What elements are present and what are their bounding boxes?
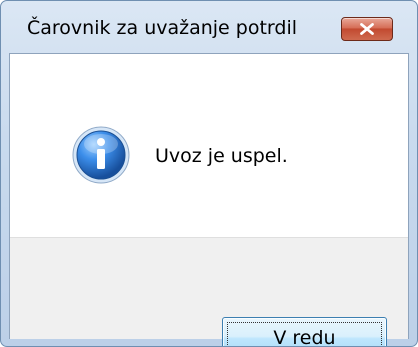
message-text: Uvoz je uspel. — [155, 145, 288, 167]
dialog-content: Uvoz je uspel. V redu — [9, 53, 409, 346]
info-icon — [72, 126, 130, 184]
message-area: Uvoz je uspel. — [10, 54, 408, 237]
ok-button[interactable]: V redu — [222, 317, 387, 347]
button-area: V redu — [10, 237, 408, 346]
import-wizard-dialog: Čarovnik za uvažanje potrdil Uvoz je usp… — [0, 0, 418, 347]
close-button[interactable] — [341, 17, 393, 41]
ok-button-label: V redu — [273, 327, 336, 347]
title-bar[interactable]: Čarovnik za uvažanje potrdil — [1, 1, 417, 53]
close-icon — [360, 23, 374, 35]
dialog-title: Čarovnik za uvažanje potrdil — [27, 17, 298, 39]
